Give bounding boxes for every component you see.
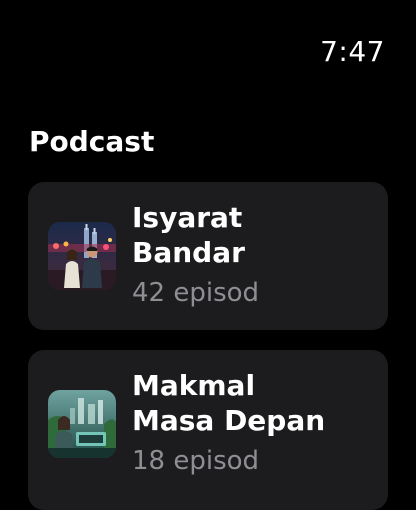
podcast-episode-count: 42 episod [132, 278, 260, 308]
podcast-card[interactable]: Makmal Masa Depan 18 episod [28, 350, 388, 510]
podcast-title: Makmal Masa Depan [132, 368, 376, 438]
podcast-episode-count: 18 episod [132, 446, 260, 476]
podcast-title-line: Isyarat [132, 201, 243, 234]
podcast-artwork-icon [48, 222, 116, 290]
podcast-title: Isyarat Bandar [132, 200, 376, 270]
status-time: 7:47 [320, 35, 385, 68]
podcast-title-line: Bandar [132, 236, 245, 269]
podcast-card[interactable]: Isyarat Bandar 42 episod [28, 182, 388, 330]
podcast-text: Isyarat Bandar 42 episod [132, 200, 376, 310]
section-title: Podcast [29, 125, 155, 158]
podcast-artwork-icon [48, 390, 116, 458]
podcast-title-line: Masa Depan [132, 404, 326, 437]
podcast-title-line: Makmal [132, 369, 256, 402]
podcast-text: Makmal Masa Depan 18 episod [132, 368, 376, 478]
